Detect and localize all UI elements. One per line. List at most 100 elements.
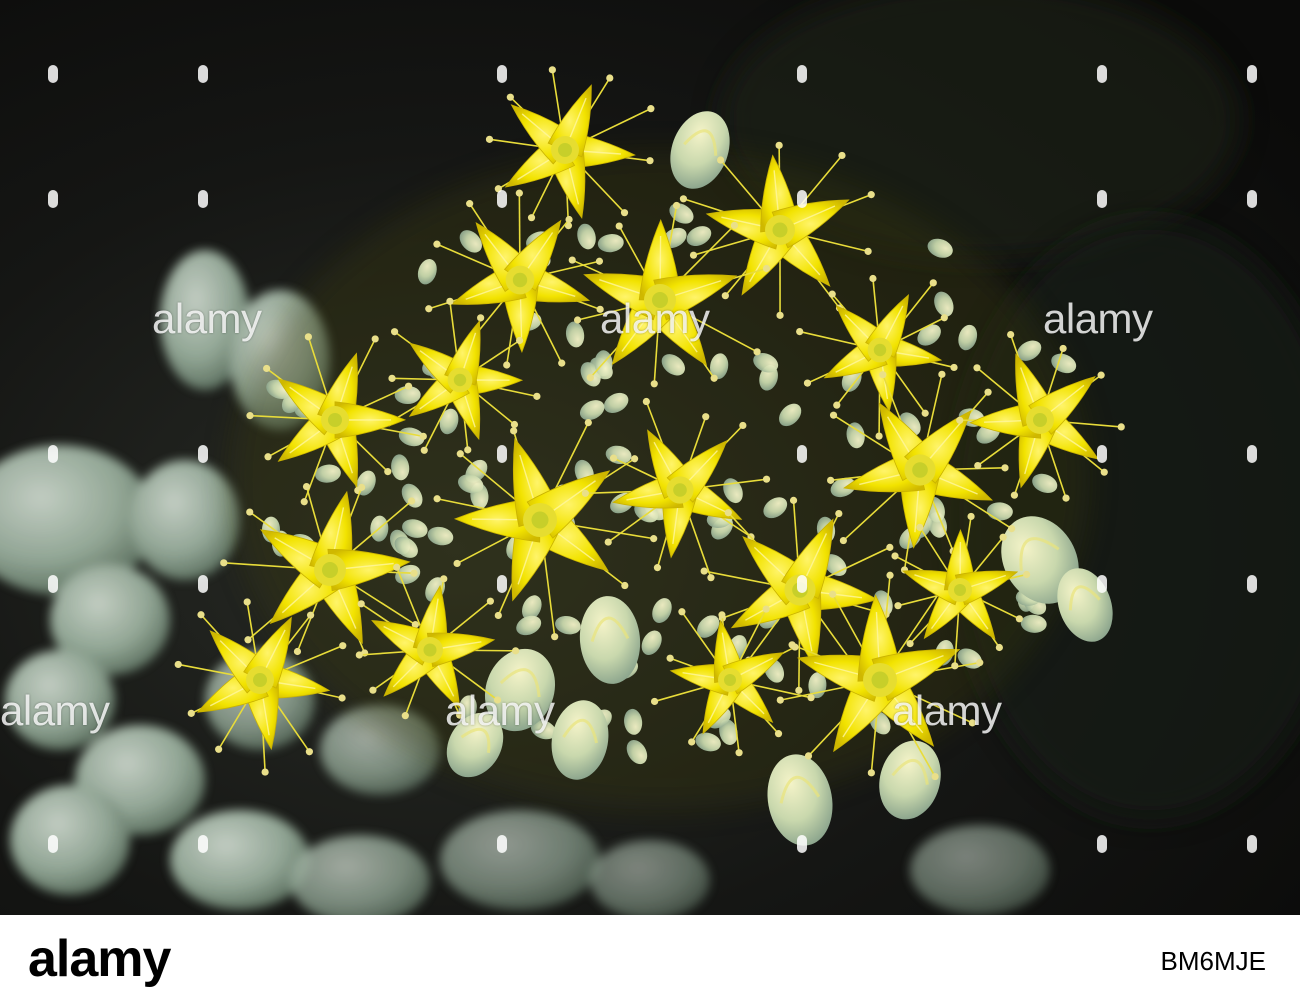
anther [838,151,846,160]
anther [565,215,573,224]
anther [950,363,958,372]
anther [261,768,269,776]
anther [306,611,315,619]
anther [339,642,347,650]
anther [891,552,899,560]
anther [940,314,948,322]
anther [246,508,254,516]
anther [595,257,604,265]
anther [620,209,629,217]
anther [533,392,541,400]
anther [446,297,454,305]
anther [1059,344,1067,353]
anther [573,316,582,324]
anther [215,745,223,753]
anther [263,364,271,373]
anther [776,311,784,319]
anther [1001,464,1009,472]
anther [762,475,771,483]
anther [894,602,902,610]
flower-pistil [912,462,928,478]
anther [357,600,365,608]
flower-pistil [873,343,887,357]
flower-pistil [322,562,338,578]
anther [615,222,623,230]
anther [984,388,992,396]
anther [650,380,658,388]
anther [867,769,875,777]
anther [967,512,975,521]
anther [869,274,877,283]
anther [906,639,914,648]
anther [1015,615,1023,623]
anther [609,454,618,462]
anther [775,141,783,149]
anther [724,509,732,517]
anther [688,738,696,746]
anther [384,468,392,476]
anther [700,567,708,575]
flower-pistil [772,222,788,238]
anther [304,333,312,341]
anther [879,371,887,379]
anther [477,314,485,322]
anther [753,348,761,356]
anther [647,105,655,113]
anther [1008,525,1016,533]
anther [174,660,182,669]
anther [244,636,252,644]
anther [974,461,982,470]
flower-pistil [724,674,736,686]
anther [976,659,984,667]
flower-pistil [954,584,966,596]
anther [951,662,959,670]
image-id: BM6MJE [1160,946,1266,976]
anther [246,412,254,420]
flower-pistil [531,511,549,529]
anther [999,533,1007,541]
anther [710,374,718,382]
anther [197,611,205,619]
anther [776,696,784,704]
anther [485,135,494,143]
anther [187,709,195,717]
anther [829,590,837,598]
anther [642,397,650,406]
anther [506,93,514,101]
flower-pistil [423,643,437,657]
anther [956,416,964,424]
anther [689,251,698,259]
anther [305,748,313,756]
anther [791,643,799,651]
anther [407,497,416,505]
anther [666,654,674,662]
anther [401,712,409,720]
anther [393,563,401,571]
anther [829,411,838,419]
anther [721,292,729,300]
anther [621,581,629,590]
anther [551,633,559,641]
anther [338,694,346,702]
anther [404,382,413,390]
anther [584,418,592,427]
flower-pistil [1033,413,1047,427]
anther [938,370,946,378]
anther [679,195,688,203]
anther [839,536,847,545]
anther [548,66,556,74]
anther [243,598,251,606]
anther [371,335,379,343]
anther [440,575,448,583]
anther [596,305,604,313]
anther [796,327,804,336]
anther [456,711,464,719]
anther [510,420,519,429]
anther [369,686,377,694]
anther [486,597,494,605]
anther [410,569,418,577]
anther [1062,494,1070,502]
anther [425,305,433,313]
anther [456,450,464,458]
anther [864,247,872,255]
